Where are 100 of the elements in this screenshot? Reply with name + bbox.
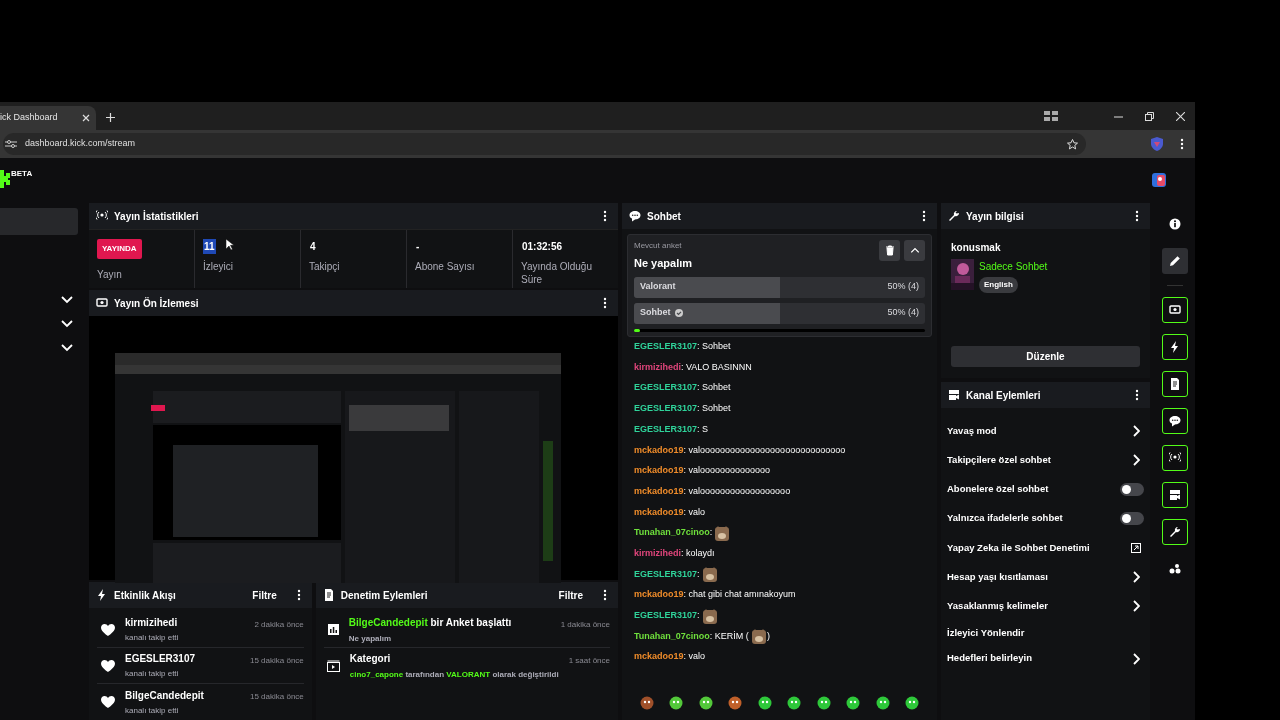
emote-icon[interactable] xyxy=(846,695,861,710)
more-icon[interactable] xyxy=(1180,138,1184,150)
rail-button[interactable] xyxy=(1161,408,1188,434)
restore-icon[interactable] xyxy=(1145,111,1154,121)
emote-icon[interactable] xyxy=(875,695,890,710)
rail-button[interactable] xyxy=(1161,297,1188,323)
browser-tab[interactable]: ick Dashboard xyxy=(0,106,96,130)
broadcast-icon xyxy=(1168,452,1181,464)
site-settings-icon[interactable] xyxy=(5,139,17,149)
close-icon[interactable] xyxy=(82,114,90,122)
collapse-button[interactable] xyxy=(904,240,925,261)
chevron-icon[interactable] xyxy=(61,319,73,328)
category-link[interactable]: Sadece Sohbet xyxy=(979,259,1048,274)
event-text: kanalı takip etti xyxy=(125,704,180,717)
stat-label: İzleyici xyxy=(203,260,234,273)
channel-action[interactable]: Yasaklanmış kelimeler xyxy=(947,591,1144,622)
panel-title: Etkinlik Akışı xyxy=(114,588,177,603)
chat-message: mckadoo19: valo xyxy=(634,650,707,664)
trash-icon xyxy=(884,245,895,256)
rail-button[interactable] xyxy=(1161,371,1188,397)
channel-action[interactable]: Hedefleri belirleyin xyxy=(947,646,1144,672)
emote-icon[interactable] xyxy=(639,695,654,710)
shield-icon[interactable] xyxy=(1150,137,1164,151)
broadcast-icon xyxy=(96,210,108,222)
event-text: kanalı takip etti xyxy=(125,632,180,644)
emote-icon[interactable] xyxy=(728,695,743,710)
channel-action[interactable]: Takipçilere özel sohbet xyxy=(947,445,1144,475)
more-icon[interactable] xyxy=(922,210,926,222)
option-label: Valorant xyxy=(640,280,676,294)
more-icon[interactable] xyxy=(603,297,607,310)
new-tab-icon[interactable] xyxy=(106,113,115,122)
chevron-icon[interactable] xyxy=(61,295,73,304)
stat-value: 11 xyxy=(203,239,216,254)
more-icon[interactable] xyxy=(1135,389,1139,401)
screen-icon xyxy=(96,297,108,310)
stream-title: konusmak xyxy=(951,241,1002,255)
emote-icon[interactable] xyxy=(757,695,772,710)
channel-action[interactable]: Abonelere özel sohbet xyxy=(947,474,1144,504)
stat-label: Takipçi xyxy=(309,260,341,273)
channel-action[interactable]: Yalnızca ifadelerle sohbet xyxy=(947,503,1144,534)
emote-icon[interactable] xyxy=(787,695,802,710)
option-result: 50% (4) xyxy=(887,280,919,294)
heart-icon xyxy=(101,696,115,708)
rail-button[interactable] xyxy=(1161,445,1188,471)
event-text: kanalı takip etti xyxy=(125,668,180,680)
edit-button[interactable]: Düzenle xyxy=(951,346,1140,367)
emote-icon[interactable] xyxy=(816,695,831,710)
rail-button[interactable] xyxy=(1161,248,1188,274)
poll-label: Mevcut anket xyxy=(634,240,683,252)
address-field[interactable]: dashboard.kick.com/stream xyxy=(3,133,1086,155)
dots-icon xyxy=(1168,563,1181,575)
more-icon[interactable] xyxy=(603,589,607,601)
chat-message: EGESLER3107: xyxy=(634,605,925,627)
toggle-switch[interactable] xyxy=(1120,512,1144,526)
action-title: BilgeCandedepit bir Anket başlattı xyxy=(348,615,513,630)
grid-icon[interactable] xyxy=(1044,111,1058,121)
more-icon[interactable] xyxy=(603,210,607,222)
delete-button[interactable] xyxy=(879,240,900,261)
poll-option[interactable]: Sohbet 50% (4) xyxy=(634,302,925,324)
bolt-icon xyxy=(96,589,108,601)
logo-icon[interactable] xyxy=(0,170,10,188)
pencil-icon xyxy=(1168,255,1181,267)
chevron-icon xyxy=(1132,652,1140,665)
chevron-icon xyxy=(1132,453,1140,466)
chevron-icon xyxy=(910,247,919,254)
emote-icon[interactable] xyxy=(698,695,713,710)
poll-option[interactable]: Valorant 50% (4) xyxy=(634,276,925,298)
action-detail: Ne yapalım xyxy=(348,632,393,645)
stat-label: Yayında Olduğu Süre xyxy=(521,260,593,286)
rail-button[interactable] xyxy=(1161,519,1188,545)
filter-button[interactable]: Filtre xyxy=(558,587,583,603)
language-tag: English xyxy=(979,277,1018,293)
avatar-icon[interactable] xyxy=(1151,172,1167,188)
rail-button[interactable] xyxy=(1161,482,1188,508)
emote-icon[interactable] xyxy=(905,695,920,710)
chat-message: EGESLER3107: Sohbet xyxy=(634,381,732,395)
info-icon xyxy=(1168,218,1181,230)
user-name: BilgeCandedepit xyxy=(125,688,205,703)
more-icon[interactable] xyxy=(1135,210,1139,222)
chevron-icon xyxy=(1132,600,1140,613)
toggle-switch[interactable] xyxy=(1120,482,1144,496)
panel-title: Denetim Eylemleri xyxy=(340,588,429,603)
channel-action[interactable]: Hesap yaşı kısıtlaması xyxy=(947,562,1144,592)
star-icon[interactable] xyxy=(1067,138,1078,150)
panel-title: Yayın bilgisi xyxy=(966,209,1025,224)
chevron-icon[interactable] xyxy=(61,343,73,352)
chat-message: EGESLER3107: S xyxy=(634,422,710,436)
emote-icon[interactable] xyxy=(669,695,684,710)
channel-action[interactable]: Yapay Zeka ile Sohbet Denetimi xyxy=(947,533,1144,563)
rail-button[interactable] xyxy=(1161,334,1188,360)
filter-button[interactable]: Filtre xyxy=(252,587,277,603)
close-icon[interactable] xyxy=(1176,111,1185,121)
wrench-icon xyxy=(948,210,960,222)
poll-question: Ne yapalım xyxy=(634,256,694,271)
chat-icon xyxy=(1168,415,1181,427)
panel-title: Yayın Ön İzlemesi xyxy=(114,296,200,311)
external-link-icon xyxy=(1131,542,1141,553)
more-icon[interactable] xyxy=(296,589,301,601)
channel-action[interactable]: Yavaş mod xyxy=(947,416,1144,446)
channel-action[interactable]: İzleyici Yönlendir xyxy=(947,621,1144,647)
